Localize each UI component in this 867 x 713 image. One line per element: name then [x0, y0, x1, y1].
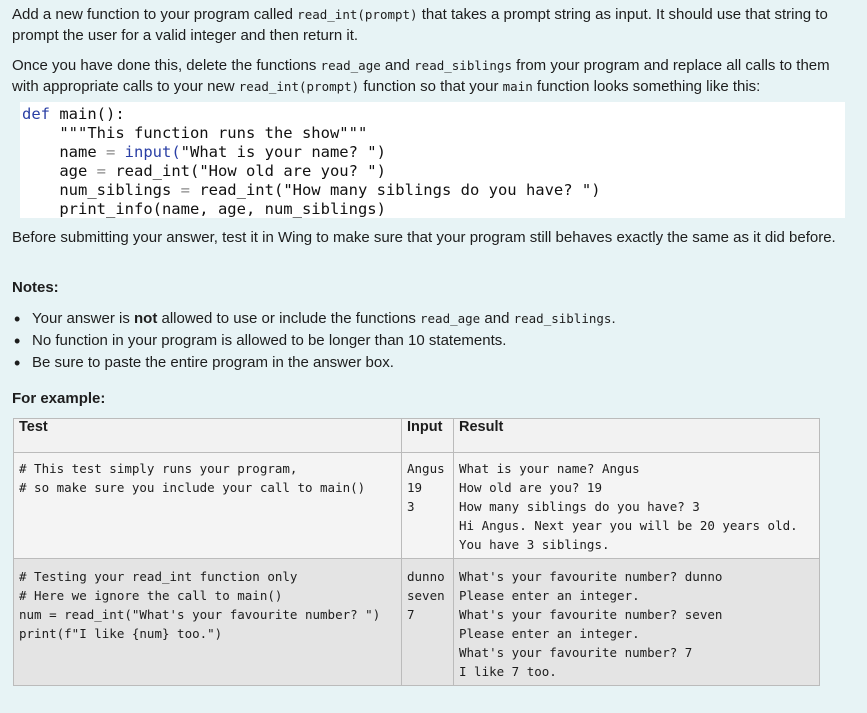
code-line: def main(): — [22, 105, 125, 124]
code-text: ) — [376, 143, 386, 161]
inline-code: read_siblings — [513, 311, 612, 326]
code-text: ) — [591, 181, 601, 199]
text: function so that your — [359, 78, 503, 95]
text: function looks something like this: — [532, 78, 761, 95]
code-line: name = input("What is your name? ") — [22, 143, 386, 162]
text: Your answer is — [32, 310, 134, 327]
intro-paragraph-2: Once you have done this, delete the func… — [12, 55, 842, 97]
code-example-block: def main(): """This function runs the sh… — [20, 102, 845, 218]
instruction-paragraph: Before submitting your answer, test it i… — [12, 229, 836, 246]
text: and — [380, 57, 415, 74]
inline-code: read_siblings — [414, 58, 512, 73]
notes-heading: Notes: — [12, 279, 59, 296]
code-line: """This function runs the show""" — [22, 124, 367, 143]
input-cell: dunno seven 7 — [401, 558, 454, 686]
code-text: ) — [376, 162, 386, 180]
column-header-test: Test — [13, 418, 402, 453]
code-text: name — [22, 143, 106, 161]
code-line: print_info(name, age, num_siblings) — [22, 200, 386, 219]
note-item: Be sure to paste the entire program in t… — [12, 352, 616, 374]
bold-text: not — [134, 310, 158, 327]
code-text: read_int( — [189, 181, 284, 199]
text: Once you have done this, delete the func… — [12, 57, 321, 74]
note-item: Your answer is not allowed to use or inc… — [12, 308, 616, 330]
code-text: age — [22, 162, 97, 180]
column-header-input: Input — [401, 418, 454, 453]
code-line: num_siblings = read_int("How many siblin… — [22, 181, 601, 200]
code-text: main(): — [50, 105, 125, 123]
operator: = — [180, 181, 190, 199]
string: "What is your name? " — [180, 143, 377, 161]
keyword: def — [22, 105, 50, 123]
inline-code: main — [502, 79, 533, 94]
string: "How old are you? " — [199, 162, 377, 180]
builtin: input( — [115, 143, 181, 161]
example-table: Test Input Result # This test simply run… — [13, 418, 820, 686]
table-row: # Testing your read_int function only # … — [13, 558, 820, 686]
text: Add a new function to your program calle… — [12, 6, 298, 23]
string: "How many siblings do you have? " — [283, 181, 592, 199]
inline-code: read_int(prompt) — [238, 79, 360, 94]
text: and — [480, 310, 514, 327]
test-cell: # Testing your read_int function only # … — [13, 558, 402, 686]
inline-code: read_age — [320, 58, 381, 73]
operator: = — [96, 162, 106, 180]
result-cell: What's your favourite number? dunno Plea… — [453, 558, 820, 686]
table-header-row: Test Input Result — [13, 418, 820, 453]
operator: = — [106, 143, 116, 161]
code-text: read_int( — [106, 162, 200, 180]
intro-paragraph-1: Add a new function to your program calle… — [12, 4, 842, 46]
column-header-result: Result — [453, 418, 820, 453]
inline-code: read_int(prompt) — [297, 7, 418, 22]
code-line: age = read_int("How old are you? ") — [22, 162, 386, 181]
code-text: print_info(name, age, num_siblings) — [22, 200, 386, 218]
code-text: """This function runs the show""" — [22, 124, 368, 142]
text: allowed to use or include the functions — [157, 310, 420, 327]
code-text: num_siblings — [22, 181, 181, 199]
note-item: No function in your program is allowed t… — [12, 330, 616, 352]
result-cell: What is your name? Angus How old are you… — [453, 452, 820, 559]
notes-list: Your answer is not allowed to use or inc… — [12, 308, 616, 374]
inline-code: read_age — [420, 311, 481, 326]
test-cell: # This test simply runs your program, # … — [13, 452, 402, 559]
input-cell: Angus 19 3 — [401, 452, 454, 559]
table-row: # This test simply runs your program, # … — [13, 452, 820, 559]
text: . — [611, 310, 616, 327]
example-heading: For example: — [12, 390, 106, 407]
